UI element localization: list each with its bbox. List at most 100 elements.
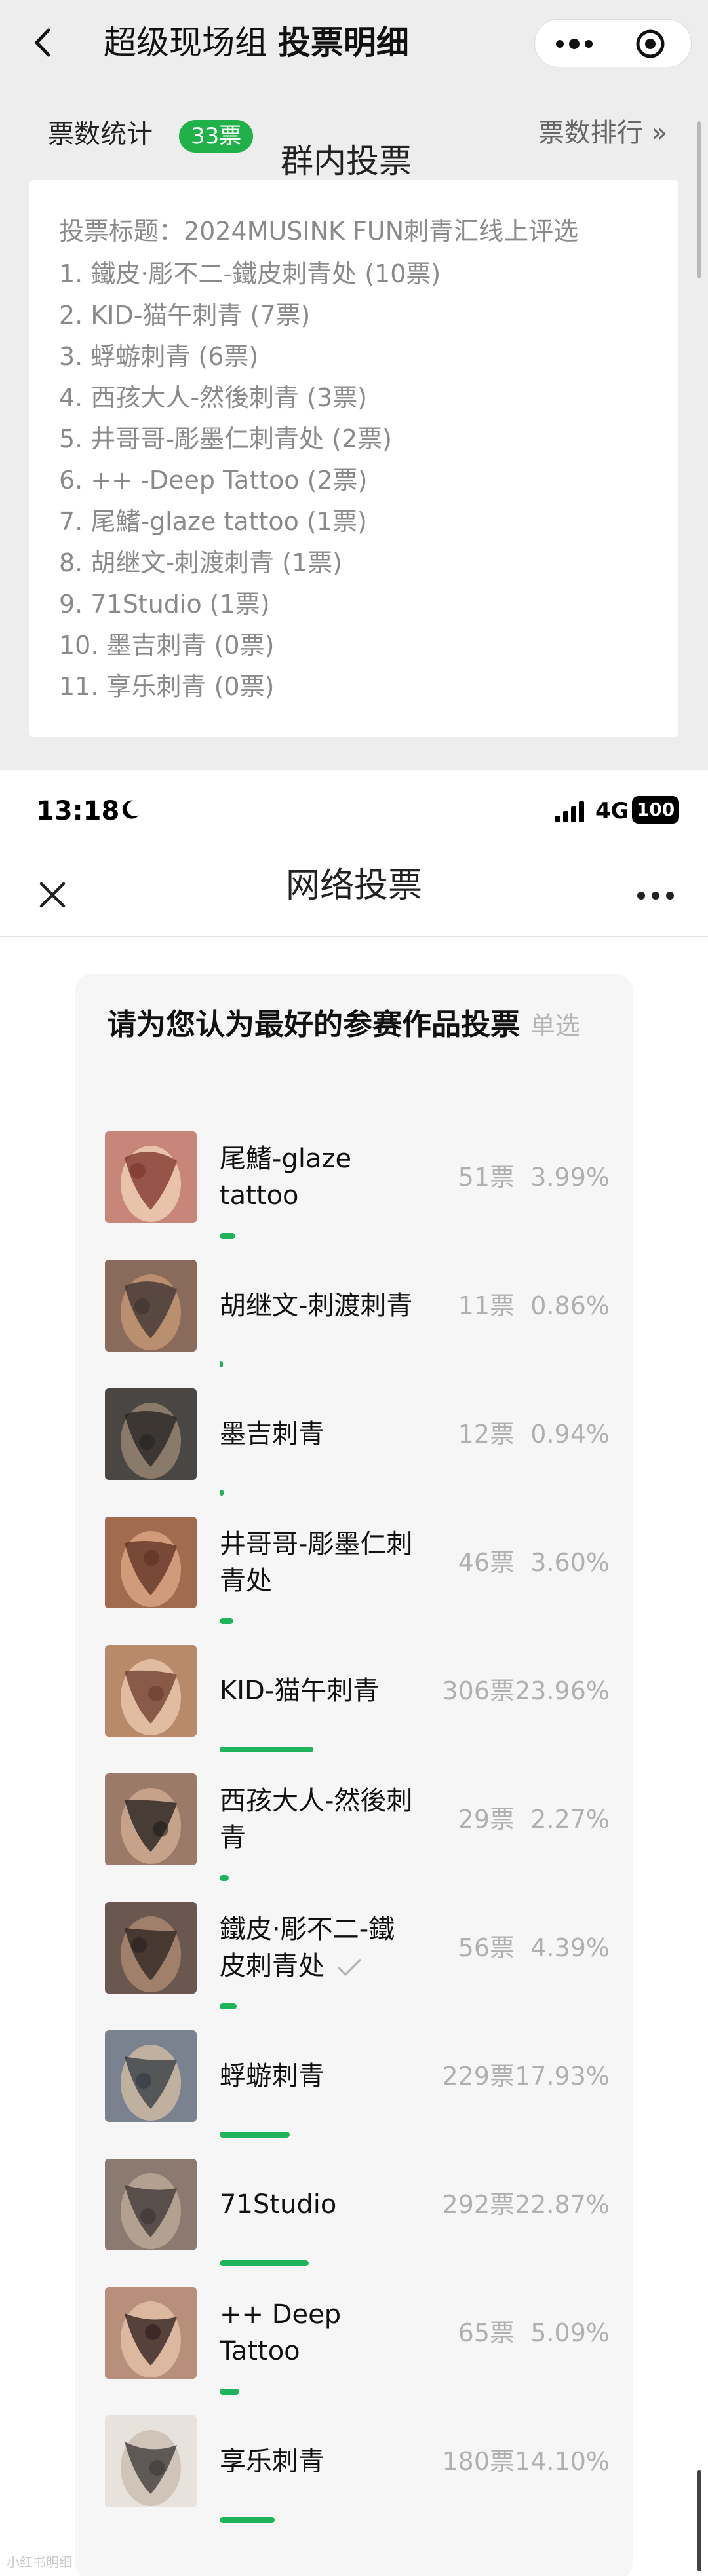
vote-option[interactable]: 墨吉刺青 12票 0.94% bbox=[105, 1388, 610, 1517]
option-name: 胡继文-刺渡刺青 bbox=[220, 1260, 416, 1352]
result-list-item: 10. 墨吉刺青 (0票) bbox=[59, 631, 275, 660]
top-nav-bar: 超级现场组 投票明细 bbox=[0, 0, 708, 85]
option-name-text: 尾鰭-glaze tattoo bbox=[220, 1144, 352, 1211]
option-vote-percent: 0.94% bbox=[530, 1420, 610, 1449]
option-thumbnail[interactable] bbox=[105, 1388, 197, 1480]
option-name: 71Studio bbox=[220, 2159, 416, 2250]
vote-option[interactable]: 鐵皮·彫不二-鐵皮刺青处 56票 4.39% bbox=[105, 1902, 610, 2030]
vote-page-header: 网络投票 bbox=[0, 855, 708, 937]
option-progress-track bbox=[220, 2389, 610, 2395]
result-list-item: 3. 蜉蝣刺青 (6票) bbox=[59, 342, 259, 371]
option-name: 墨吉刺青 bbox=[220, 1388, 416, 1480]
option-progress-fill bbox=[220, 1618, 233, 1624]
option-vote-percent: 2.27% bbox=[530, 1805, 610, 1834]
option-thumbnail[interactable] bbox=[105, 1517, 197, 1608]
result-list-item: 11. 享乐刺青 (0票) bbox=[59, 672, 275, 701]
scrollbar[interactable] bbox=[697, 121, 701, 278]
option-thumbnail[interactable] bbox=[105, 2287, 197, 2379]
vote-ranking-link[interactable]: 票数排行 » bbox=[538, 117, 667, 149]
vote-total-badge: 33票 bbox=[179, 120, 254, 153]
option-thumbnail[interactable] bbox=[105, 2030, 197, 2122]
option-thumbnail[interactable] bbox=[105, 1131, 197, 1223]
option-name-text: 鐵皮·彫不二-鐵皮刺青处 bbox=[220, 1914, 395, 1981]
vote-card: 请为您认为最好的参赛作品投票 单选 尾鰭-glaze tattoo 51票 3.99… bbox=[75, 974, 633, 2576]
option-progress-fill bbox=[220, 2517, 275, 2523]
vote-page-title: 网络投票 bbox=[285, 866, 422, 905]
vote-question-text: 请为您认为最好的参赛作品投票 bbox=[107, 1007, 521, 1042]
vote-stats-label: 票数统计 bbox=[48, 119, 153, 149]
option-progress-track bbox=[220, 2132, 610, 2138]
vote-option[interactable]: 蜉蝣刺青 229票 17.93% bbox=[105, 2030, 610, 2159]
option-vote-count: 65票 bbox=[458, 2319, 515, 2347]
option-thumbnail[interactable] bbox=[105, 2159, 197, 2250]
more-dots-icon[interactable] bbox=[635, 888, 677, 903]
result-list-item: 9. 71Studio (1票) bbox=[59, 590, 270, 618]
option-name-text: 蜉蝣刺青 bbox=[220, 2061, 324, 2091]
option-progress-fill bbox=[220, 1875, 229, 1881]
mini-program-capsule bbox=[534, 19, 692, 67]
option-thumbnail[interactable] bbox=[105, 1902, 197, 1994]
option-progress-fill bbox=[220, 2003, 237, 2009]
option-vote-percent: 23.96% bbox=[515, 1676, 610, 1705]
option-thumbnail[interactable] bbox=[105, 1645, 197, 1737]
option-progress-fill bbox=[220, 2132, 290, 2138]
option-vote-count: 12票 bbox=[458, 1420, 515, 1449]
option-vote-count: 306票 bbox=[442, 1676, 515, 1705]
option-progress-track bbox=[220, 1233, 610, 1239]
option-name-text: KID-猫午刺青 bbox=[220, 1676, 380, 1706]
option-progress-track bbox=[220, 2517, 610, 2523]
option-vote-percent: 14.10% bbox=[515, 2447, 610, 2476]
option-thumbnail[interactable] bbox=[105, 1773, 197, 1865]
result-list-item: 6. ++ -Deep Tattoo (2票) bbox=[59, 466, 368, 495]
page-scrollbar[interactable] bbox=[697, 2470, 701, 2571]
option-name: 鐵皮·彫不二-鐵皮刺青处 bbox=[220, 1902, 416, 1994]
vote-option[interactable]: 尾鰭-glaze tattoo 51票 3.99% bbox=[105, 1131, 610, 1260]
option-vote-count: 229票 bbox=[442, 2062, 515, 2091]
option-progress-track bbox=[220, 1490, 610, 1496]
option-name: 蜉蝣刺青 bbox=[220, 2030, 416, 2122]
vote-option[interactable]: 胡继文-刺渡刺青 11票 0.86% bbox=[105, 1260, 610, 1388]
vote-type-label: 单选 bbox=[530, 1012, 580, 1040]
close-target-icon[interactable] bbox=[635, 28, 666, 60]
option-progress-fill bbox=[220, 1490, 224, 1496]
more-dots-icon[interactable] bbox=[553, 34, 595, 54]
option-name-text: 71Studio bbox=[220, 2189, 337, 2220]
status-bar: 13:18 4G 100 bbox=[0, 770, 708, 855]
signal-icon bbox=[555, 801, 584, 822]
group-vote-detail-panel: 超级现场组 投票明细 票数统计 33票 群内投票 票数排行 » 投票标题：202… bbox=[0, 0, 708, 770]
back-arrow-icon[interactable] bbox=[28, 26, 60, 59]
vote-option[interactable]: 井哥哥-彫墨仁刺青处 46票 3.60% bbox=[105, 1517, 610, 1645]
vote-option[interactable]: KID-猫午刺青 306票 23.96% bbox=[105, 1645, 610, 1773]
vote-option[interactable]: 71Studio 292票 22.87% bbox=[105, 2159, 610, 2287]
option-vote-percent: 0.86% bbox=[530, 1291, 610, 1320]
result-list-item: 7. 尾鰭-glaze tattoo (1票) bbox=[59, 507, 367, 536]
option-vote-count: 29票 bbox=[458, 1805, 515, 1834]
option-progress-track bbox=[220, 2003, 610, 2009]
option-name: 尾鰭-glaze tattoo bbox=[220, 1131, 416, 1223]
option-name-text: 享乐刺青 bbox=[220, 2446, 324, 2476]
option-vote-percent: 3.60% bbox=[530, 1548, 610, 1577]
group-vote-label: 群内投票 bbox=[281, 142, 412, 180]
poll-title: 投票标题：2024MUSINK FUN刺青汇线上评选 bbox=[59, 217, 579, 246]
vote-option[interactable]: 西孩大人-然後刺青 29票 2.27% bbox=[105, 1773, 610, 1902]
option-vote-percent: 22.87% bbox=[515, 2190, 610, 2219]
watermark: 小红书明细 bbox=[7, 2554, 72, 2570]
vote-option[interactable]: ++ Deep Tattoo 65票 5.09% bbox=[105, 2287, 610, 2415]
option-progress-fill bbox=[220, 1233, 235, 1239]
option-vote-count: 292票 bbox=[442, 2190, 515, 2219]
result-list-item: 1. 鐵皮·彫不二-鐵皮刺青处 (10票) bbox=[59, 259, 441, 288]
result-list: 1. 鐵皮·彫不二-鐵皮刺青处 (10票) 2. KID-猫午刺青 (7票) 3. … bbox=[59, 254, 669, 708]
result-list-item: 2. KID-猫午刺青 (7票) bbox=[59, 301, 311, 330]
option-vote-percent: 3.99% bbox=[530, 1163, 610, 1192]
option-thumbnail[interactable] bbox=[105, 2415, 197, 2507]
option-progress-fill bbox=[220, 2389, 239, 2395]
option-name: 享乐刺青 bbox=[220, 2415, 416, 2507]
option-vote-count: 11票 bbox=[458, 1291, 515, 1320]
page-title-bold: 投票明细 bbox=[277, 24, 409, 62]
vote-option[interactable]: 享乐刺青 180票 14.10% bbox=[105, 2415, 610, 2544]
option-vote-count: 51票 bbox=[458, 1163, 515, 1192]
option-name-text: 井哥哥-彫墨仁刺青处 bbox=[220, 1529, 413, 1596]
battery-icon: 100 bbox=[632, 796, 679, 824]
status-time: 13:18 bbox=[36, 796, 120, 826]
option-thumbnail[interactable] bbox=[105, 1260, 197, 1352]
